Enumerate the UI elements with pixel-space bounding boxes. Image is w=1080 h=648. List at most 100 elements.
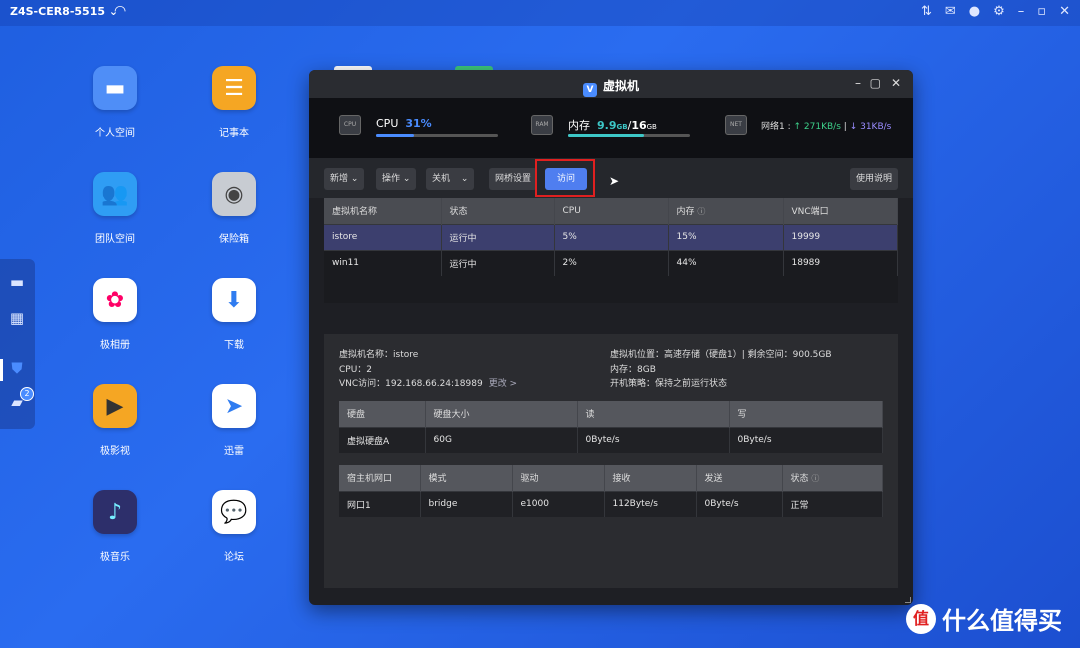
column-header-vnc-port[interactable]: VNC端口 bbox=[783, 198, 898, 224]
close-icon[interactable]: ✕ bbox=[1059, 4, 1070, 19]
column-header-disk-size: 硬盘大小 bbox=[425, 401, 578, 427]
gear-icon[interactable]: ⚙ bbox=[993, 4, 1005, 19]
notepad-icon: ☰ bbox=[212, 66, 256, 110]
desktop-app-thunder[interactable]: ➤ 迅雷 bbox=[194, 384, 274, 457]
app-label: 论坛 bbox=[224, 552, 244, 563]
desktop-app-personal-space[interactable]: ▬ 个人空间 bbox=[75, 66, 155, 139]
top-bar: Z4S-CER8-5515 ⌄ ◠ ⇅ ✉ ● ⚙ – ▫ ✕ bbox=[0, 0, 1080, 26]
vm-name: win11 bbox=[324, 249, 442, 276]
vm-vnc-port: 18989 bbox=[783, 249, 898, 276]
cpu-usage-bar bbox=[376, 134, 498, 137]
disk-table: 硬盘 硬盘大小 读 写 虚拟硬盘A 60G 0Byte/s 0Byte/s bbox=[339, 401, 883, 453]
vm-cpu: 5% bbox=[554, 223, 669, 250]
maximize-icon[interactable]: ▫ bbox=[1037, 4, 1046, 19]
wifi-icon[interactable]: ◠ bbox=[114, 3, 126, 19]
desktop-app-photos[interactable]: ✿ 极相册 bbox=[75, 278, 155, 351]
app-label: 极音乐 bbox=[100, 552, 130, 563]
desktop-app-team-space[interactable]: 👥 团队空间 bbox=[75, 172, 155, 245]
video-icon: ▶ bbox=[93, 384, 137, 428]
detail-boot-policy: 开机策略：保持之前运行状态 bbox=[610, 379, 728, 389]
vm-list-table: 虚拟机名称 状态 CPU 内存 ⓘ VNC端口 istore 运行中 5% 15… bbox=[324, 198, 898, 303]
vm-cpu: 2% bbox=[554, 249, 669, 276]
new-dropdown-button[interactable]: 新增 ⌄ bbox=[324, 168, 365, 190]
column-header-name[interactable]: 虚拟机名称 bbox=[324, 198, 442, 224]
safe-icon: ◉ bbox=[212, 172, 256, 216]
operations-dropdown-button[interactable]: 操作 ⌄ bbox=[376, 168, 417, 190]
column-header-mode: 模式 bbox=[420, 465, 513, 491]
network-chip-icon: NET bbox=[725, 115, 747, 135]
memory-total-unit: GB bbox=[646, 123, 657, 131]
table-row[interactable]: win11 运行中 2% 44% 18989 bbox=[324, 249, 898, 276]
vm-window: V 虚拟机 – ▢ ✕ CPU CPU 31% RAM 内存 9.9GB/16GB… bbox=[309, 70, 913, 605]
table-row: 网口1 bridge e1000 112Byte/s 0Byte/s 正常 bbox=[339, 490, 883, 517]
minimize-icon[interactable]: – bbox=[855, 76, 861, 90]
chevron-down-icon: ⌄ bbox=[402, 174, 411, 184]
watermark-logo: 值 bbox=[906, 603, 936, 634]
app-label: 下载 bbox=[224, 340, 244, 351]
memory-total: 16 bbox=[631, 119, 647, 132]
vnc-change-link[interactable]: 更改 > bbox=[489, 379, 517, 389]
device-name-dropdown[interactable]: Z4S-CER8-5515 ⌄ bbox=[10, 5, 118, 18]
sort-icon[interactable]: ⇅ bbox=[921, 4, 932, 19]
detail-memory: 内存：8GB bbox=[610, 365, 656, 375]
device-name: Z4S-CER8-5515 bbox=[10, 5, 106, 18]
window-titlebar[interactable]: V 虚拟机 – ▢ ✕ bbox=[309, 70, 913, 98]
app-label: 极影视 bbox=[100, 446, 130, 457]
detail-cpu: CPU：2 bbox=[339, 365, 373, 375]
disk-read: 0Byte/s bbox=[577, 426, 730, 453]
desktop-app-safe[interactable]: ◉ 保险箱 bbox=[194, 172, 274, 245]
vm-name: istore bbox=[324, 223, 442, 250]
column-header-status[interactable]: 状态 bbox=[441, 198, 555, 224]
cpu-label: CPU bbox=[376, 117, 399, 130]
detail-name: 虚拟机名称：istore bbox=[339, 350, 419, 360]
notification-badge: 2 bbox=[20, 387, 34, 401]
desktop-app-download[interactable]: ⬇ 下载 bbox=[194, 278, 274, 351]
help-button[interactable]: 使用说明 bbox=[849, 168, 898, 190]
shutdown-dropdown-button[interactable]: 关机 ⌄ bbox=[426, 168, 475, 190]
column-header-memory[interactable]: 内存 ⓘ bbox=[668, 198, 784, 224]
table-header-row: 硬盘 硬盘大小 读 写 bbox=[339, 401, 883, 427]
chevron-down-icon: ⌄ bbox=[460, 174, 469, 184]
column-header-driver: 驱动 bbox=[512, 465, 605, 491]
download-icon: ⬇ bbox=[212, 278, 256, 322]
resource-stats: CPU CPU 31% RAM 内存 9.9GB/16GB NET 网络1 : … bbox=[309, 98, 913, 158]
left-dock: ▬ ▦ ⛊ ▰ 2 bbox=[0, 259, 35, 429]
table-header-row: 虚拟机名称 状态 CPU 内存 ⓘ VNC端口 bbox=[324, 198, 898, 224]
vm-status: 运行中 bbox=[441, 223, 555, 250]
disk-write: 0Byte/s bbox=[729, 426, 883, 453]
mouse-cursor-icon: ➤ bbox=[609, 174, 620, 188]
desktop-app-music[interactable]: ♪ 极音乐 bbox=[75, 490, 155, 563]
message-icon[interactable]: ✉ bbox=[945, 4, 956, 19]
user-icon[interactable]: ● bbox=[969, 4, 980, 19]
desktop-app-forum[interactable]: 💬 论坛 bbox=[194, 490, 274, 563]
desktop-app-video[interactable]: ▶ 极影视 bbox=[75, 384, 155, 457]
column-header-disk: 硬盘 bbox=[339, 401, 426, 427]
nic-send: 0Byte/s bbox=[696, 490, 783, 517]
team-folder-icon: 👥 bbox=[93, 172, 137, 216]
memory-label: 内存 bbox=[568, 119, 590, 132]
cpu-chip-icon: CPU bbox=[339, 115, 361, 135]
vm-shield-icon[interactable]: ⛊ bbox=[7, 359, 27, 379]
column-header-host-port: 宿主机网口 bbox=[339, 465, 421, 491]
maximize-icon[interactable]: ▢ bbox=[870, 76, 881, 90]
bridge-settings-button[interactable]: 网桥设置 bbox=[489, 168, 538, 190]
watermark: 值 什么值得买 bbox=[906, 601, 1062, 636]
column-header-cpu[interactable]: CPU bbox=[554, 198, 669, 224]
disk-size: 60G bbox=[425, 426, 578, 453]
apps-grid-icon[interactable]: ▦ bbox=[7, 309, 27, 329]
memory-usage-bar bbox=[568, 134, 690, 137]
info-icon[interactable]: ⓘ bbox=[697, 207, 705, 216]
app-label: 极相册 bbox=[100, 340, 130, 351]
vm-memory: 44% bbox=[668, 249, 784, 276]
close-icon[interactable]: ✕ bbox=[891, 76, 901, 90]
memory-used: 9.9 bbox=[597, 119, 617, 132]
column-header-state: 状态 ⓘ bbox=[782, 465, 883, 491]
desktop-app-notepad[interactable]: ☰ 记事本 bbox=[194, 66, 274, 139]
minimize-icon[interactable]: – bbox=[1018, 4, 1025, 19]
nic-mode: bridge bbox=[420, 490, 513, 517]
storage-icon[interactable]: ▬ bbox=[7, 273, 27, 293]
info-icon[interactable]: ⓘ bbox=[811, 474, 819, 483]
vm-status: 运行中 bbox=[441, 249, 555, 276]
app-label: 记事本 bbox=[219, 128, 249, 139]
table-row[interactable]: istore 运行中 5% 15% 19999 bbox=[324, 223, 898, 250]
